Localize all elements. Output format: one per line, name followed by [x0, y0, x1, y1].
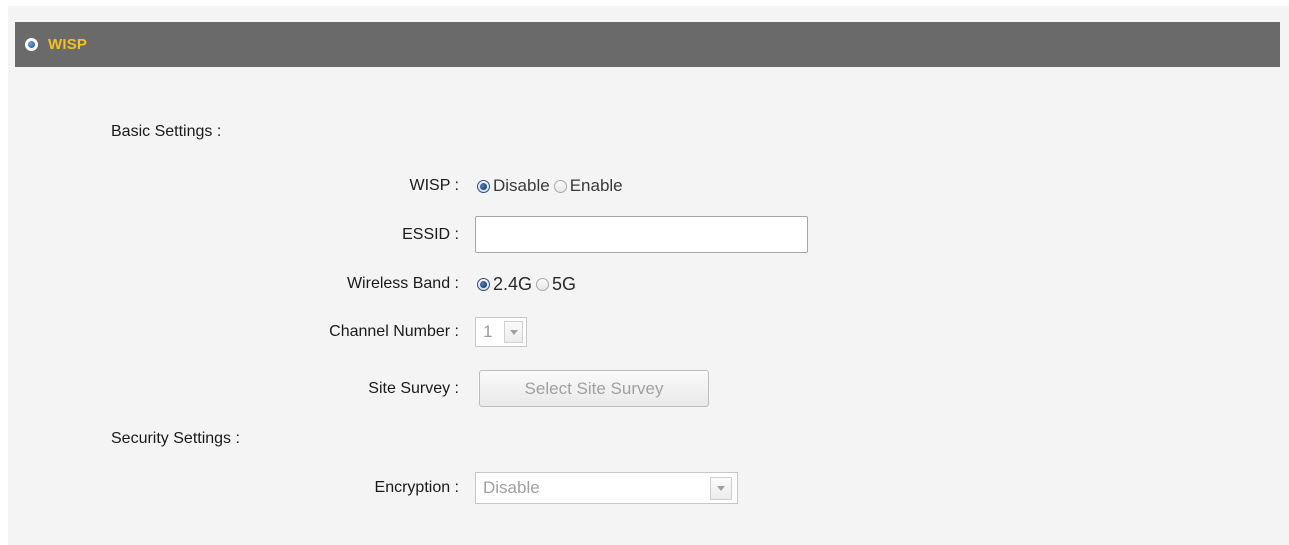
- wisp-radio-group: Disable Enable: [477, 176, 627, 196]
- essid-label: ESSID :: [402, 225, 459, 243]
- security-settings-label: Security Settings :: [111, 430, 240, 447]
- site-survey-label: Site Survey :: [368, 379, 459, 397]
- wisp-enable-label[interactable]: Enable: [570, 176, 623, 196]
- wisp-enable-radio[interactable]: [553, 179, 567, 193]
- essid-row: ESSID :: [0, 216, 1289, 253]
- basic-settings-label: Basic Settings :: [111, 123, 222, 140]
- chevron-down-icon[interactable]: [710, 477, 732, 500]
- encryption-label: Encryption :: [374, 479, 459, 496]
- section-header: WISP: [15, 22, 1280, 67]
- wisp-row: WISP : Disable Enable: [0, 168, 1289, 204]
- channel-number-label: Channel Number :: [329, 323, 459, 340]
- wireless-band-radio-group: 2.4G 5G: [477, 274, 580, 295]
- band-5g-radio[interactable]: [536, 277, 550, 291]
- select-site-survey-button[interactable]: Select Site Survey: [479, 370, 709, 407]
- band-2-4g-label[interactable]: 2.4G: [493, 274, 532, 295]
- channel-number-select[interactable]: 1: [475, 317, 527, 347]
- wireless-band-label: Wireless Band :: [346, 275, 459, 292]
- channel-number-value: 1: [483, 322, 493, 341]
- section-title: WISP: [48, 36, 88, 53]
- wisp-disable-label[interactable]: Disable: [493, 176, 550, 196]
- band-5g-label[interactable]: 5G: [552, 274, 576, 295]
- site-survey-row: Site Survey : Select Site Survey: [0, 370, 1289, 407]
- encryption-value: Disable: [483, 478, 540, 497]
- bullet-icon: [25, 38, 38, 51]
- encryption-select[interactable]: Disable: [475, 472, 738, 504]
- wisp-label: WISP :: [409, 177, 460, 194]
- encryption-row: Encryption : Disable: [0, 470, 1289, 506]
- wireless-band-row: Wireless Band : 2.4G 5G: [0, 266, 1289, 302]
- band-2-4g-radio[interactable]: [477, 277, 490, 291]
- essid-input[interactable]: [475, 216, 808, 253]
- channel-number-row: Channel Number : 1: [0, 314, 1289, 350]
- wisp-disable-radio[interactable]: [477, 179, 490, 193]
- chevron-down-icon[interactable]: [504, 321, 523, 343]
